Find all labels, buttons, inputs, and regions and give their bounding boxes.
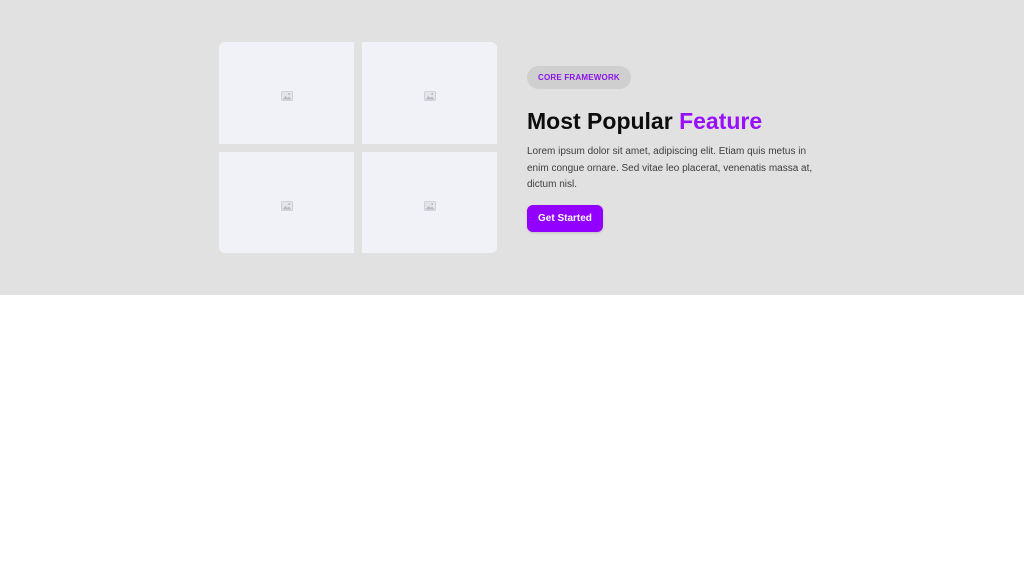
gallery-image-3 — [219, 152, 354, 253]
feature-title: Most Popular Feature — [527, 107, 817, 135]
image-placeholder-icon — [280, 198, 293, 211]
image-placeholder-icon — [423, 88, 436, 101]
category-badge: CORE FRAMEWORK — [527, 66, 631, 89]
get-started-button[interactable]: Get Started — [527, 204, 603, 232]
gallery-image-4 — [362, 152, 497, 253]
gallery-image-2 — [362, 42, 497, 144]
image-gallery — [219, 42, 497, 253]
gallery-image-1 — [219, 42, 354, 144]
feature-description: Lorem ipsum dolor sit amet, adipiscing e… — [527, 146, 813, 190]
feature-title-accent: Feature — [679, 108, 763, 134]
feature-title-main: Most Popular — [527, 108, 680, 134]
image-placeholder-icon — [423, 198, 436, 211]
feature-content: CORE FRAMEWORK Most Popular Feature Lore… — [527, 66, 817, 232]
image-placeholder-icon — [280, 88, 293, 101]
feature-section: CORE FRAMEWORK Most Popular Feature Lore… — [0, 0, 1024, 295]
